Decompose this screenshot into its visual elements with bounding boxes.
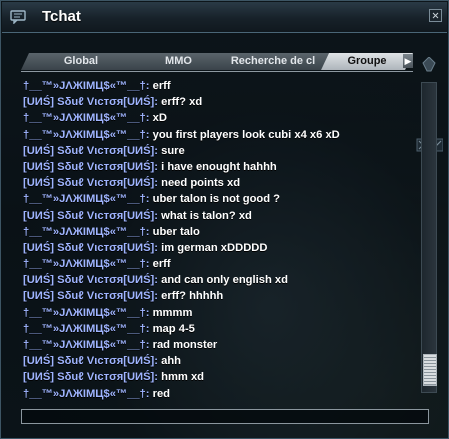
message-text: erff? hhhhh: [161, 290, 224, 303]
background-text: [0, 175, 8, 189]
tab-label: Groupe: [347, 55, 387, 67]
message-author[interactable]: [UИŚ] Sδuℓ Vιcтσя[UИŚ]:: [23, 210, 158, 222]
chat-message: [UИŚ] Sδuℓ Vιcтσя[UИŚ]: what is talon? x…: [23, 208, 421, 224]
tab-groupe[interactable]: Groupe: [321, 53, 413, 70]
message-text: sure: [161, 144, 185, 157]
close-icon: [432, 12, 439, 19]
message-text: map 4-5: [152, 322, 195, 335]
chat-message: †__™»JΛЖIMЦ$«™__†: uber talo: [23, 224, 421, 240]
chat-bubble-icon: [10, 10, 26, 24]
message-author[interactable]: †__™»JΛЖIMЦ$«™__†:: [23, 226, 150, 238]
message-text: erff: [152, 80, 171, 92]
tab-label: Recherche de cl: [230, 55, 316, 67]
chat-message: †__™»JΛЖIMЦ$«™__†: xD: [23, 110, 421, 126]
message-author[interactable]: †__™»JΛЖIMЦ$«™__†:: [23, 80, 150, 92]
chat-message: †__™»JΛЖIMЦ$«™__†: rad monster: [23, 337, 421, 353]
message-author[interactable]: [UИŚ] Sδuℓ Vιcтσя[UИŚ]:: [23, 290, 158, 302]
message-text: erff? xd: [161, 96, 203, 109]
message-text: red: [152, 387, 171, 400]
message-text: rad monster: [152, 339, 218, 351]
tab-recherche[interactable]: Recherche de cl: [217, 53, 329, 70]
message-author[interactable]: [UИŚ] Sδuℓ Vιcтσя[UИŚ]:: [23, 177, 158, 189]
chat-message: †__™»JΛЖIMЦ$«™__†: mmmm: [23, 305, 421, 321]
message-author[interactable]: †__™»JΛЖIMЦ$«™__†:: [23, 323, 150, 335]
scrollbar-thumb[interactable]: [423, 354, 437, 386]
message-author[interactable]: [UИŚ] Sδuℓ Vιcтσя[UИŚ]:: [23, 242, 158, 254]
message-text: hmm xd: [161, 371, 205, 384]
channel-tabs: Global MMO Recherche de cl Groupe: [21, 53, 413, 70]
chat-message: [UИŚ] Sδuℓ Vιcтσя[UИŚ]: erff? xd: [23, 94, 421, 110]
tab-label: MMO: [165, 55, 192, 67]
message-author[interactable]: [UИŚ] Sδuℓ Vιcтσя[UИŚ]:: [23, 145, 158, 157]
message-text: xD: [152, 112, 167, 125]
message-author[interactable]: [UИŚ] Sδuℓ Vιcтσя[UИŚ]:: [23, 355, 158, 367]
message-text: what is talon? xd: [161, 209, 252, 222]
chat-message: †__™»JΛЖIMЦ$«™__†: erff: [23, 256, 421, 272]
chevron-right-icon: ▶: [404, 56, 412, 66]
chat-input[interactable]: [21, 409, 429, 424]
message-text: uber talon is not good ?: [152, 193, 281, 206]
chat-message: [UИŚ] Sδuℓ Vιcтσя[UИŚ]: need points xd: [23, 175, 421, 191]
message-author[interactable]: †__™»JΛЖIMЦ$«™__†:: [23, 388, 150, 400]
message-author[interactable]: †__™»JΛЖIMЦ$«™__†:: [23, 339, 150, 351]
tab-label: Global: [63, 55, 99, 67]
message-text: need points xd: [161, 177, 241, 190]
close-button[interactable]: [429, 9, 442, 22]
message-author[interactable]: †__™»JΛЖIMЦ$«™__†:: [23, 112, 150, 124]
chat-message: [UИŚ] Sδuℓ Vιcтσя[UИŚ]: hmm xd: [23, 369, 421, 385]
chat-scrollbar[interactable]: [421, 82, 437, 393]
chat-message: [UИŚ] Sδuℓ Vιcтσя[UИŚ]: and can only eng…: [23, 272, 421, 288]
message-text: erff: [152, 258, 171, 271]
message-author[interactable]: [UИŚ] Sδuℓ Vιcтσя[UИŚ]:: [23, 161, 158, 173]
message-text: uber talo: [152, 225, 200, 238]
tab-mmo[interactable]: MMO: [131, 53, 226, 70]
title-bar[interactable]: Tchat: [2, 2, 447, 33]
message-text: you first players look cubi x4 x6 xD: [152, 128, 340, 141]
window-title: Tchat: [42, 8, 81, 25]
message-author[interactable]: [UИŚ] Sδuℓ Vιcтσя[UИŚ]:: [23, 371, 158, 383]
message-author[interactable]: †__™»JΛЖIMЦ$«™__†:: [23, 129, 150, 141]
message-author[interactable]: †__™»JΛЖIMЦ$«™__†:: [23, 307, 150, 319]
chat-message: †__™»JΛЖIMЦ$«™__†: red: [23, 386, 421, 402]
chat-messages: †__™»JΛЖIMЦ$«™__†: erff [UИŚ] Sδuℓ Vιcтσя…: [23, 78, 421, 402]
message-author[interactable]: [UИŚ] Sδuℓ Vιcтσя[UИŚ]:: [23, 274, 158, 286]
chat-message: [UИŚ] Sδuℓ Vιcтσя[UИŚ]: sure: [23, 143, 421, 159]
chat-message: †__™»JΛЖIMЦ$«™__†: erff: [23, 78, 421, 94]
message-text: im german xDDDDD: [161, 241, 268, 254]
message-author[interactable]: †__™»JΛЖIMЦ$«™__†:: [23, 193, 150, 205]
message-text: ahh: [161, 355, 182, 368]
chat-message: [UИŚ] Sδuℓ Vιcтσя[UИŚ]: erff? hhhhh: [23, 288, 421, 304]
tab-scroll-button[interactable]: ▶: [403, 54, 413, 68]
message-author[interactable]: †__™»JΛЖIMЦ$«™__†:: [23, 258, 150, 270]
message-author[interactable]: [UИŚ] Sδuℓ Vιcтσя[UИŚ]:: [23, 96, 158, 108]
message-text: mmmm: [152, 306, 193, 319]
tab-global[interactable]: Global: [21, 53, 141, 70]
chat-message: [UИŚ] Sδuℓ Vιcтσя[UИŚ]: im german xDDDDD: [23, 240, 421, 256]
chat-message: †__™»JΛЖIMЦ$«™__†: you first players loo…: [23, 127, 421, 143]
chat-window: Tchat Global MMO Recherche de cl Groupe …: [0, 0, 449, 439]
chat-message: †__™»JΛЖIMЦ$«™__†: map 4-5: [23, 321, 421, 337]
tab-divider: [21, 71, 413, 72]
chat-message: [UИŚ] Sδuℓ Vιcтσя[UИŚ]: i have enought h…: [23, 159, 421, 175]
chat-message: [UИŚ] Sδuℓ Vιcтσя[UИŚ]: ahh: [23, 353, 421, 369]
message-text: and can only english xd: [161, 274, 288, 287]
message-text: i have enought hahhh: [161, 160, 277, 173]
chat-message: †__™»JΛЖIMЦ$«™__†: uber talon is not goo…: [23, 191, 421, 207]
